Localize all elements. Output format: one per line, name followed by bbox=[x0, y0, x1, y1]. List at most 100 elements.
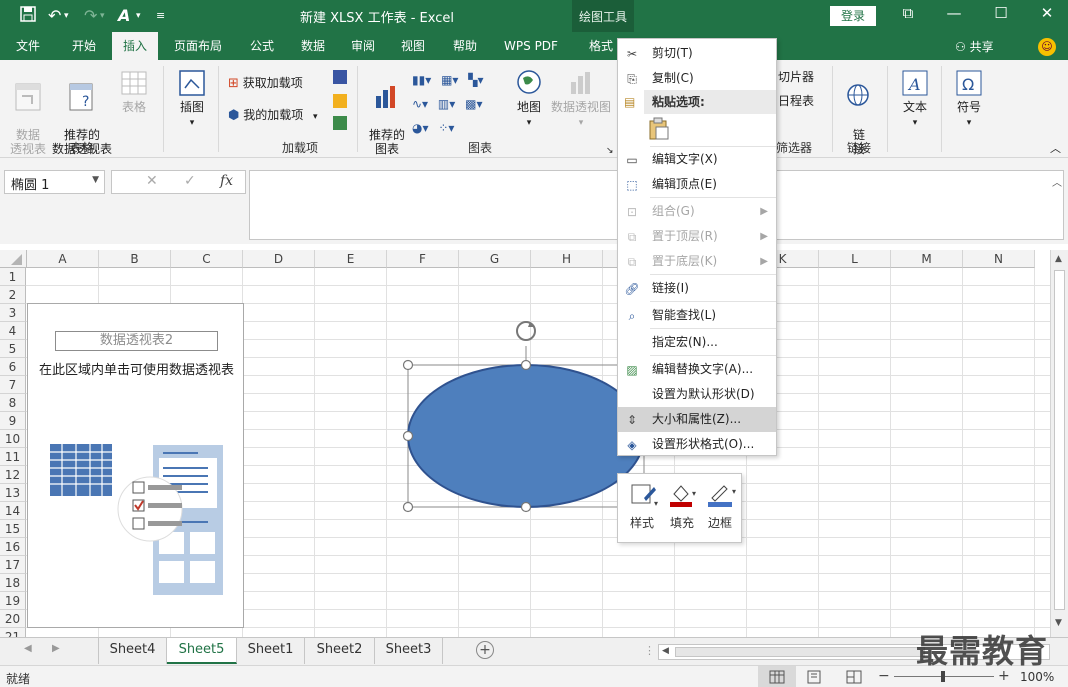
row-header-9[interactable]: 9 bbox=[0, 412, 26, 430]
row-header-18[interactable]: 18 bbox=[0, 574, 26, 592]
prev-sheet-icon[interactable]: ◀ bbox=[24, 643, 32, 654]
tab-review[interactable]: 审阅 bbox=[340, 32, 386, 60]
tab-file[interactable]: 文件 bbox=[4, 32, 52, 60]
column-header-c[interactable]: C bbox=[171, 250, 243, 268]
column-header-g[interactable]: G bbox=[459, 250, 531, 268]
text-highlight-icon[interactable]: A bbox=[118, 6, 130, 25]
qat-dropdown-icon[interactable]: ▾ bbox=[136, 11, 141, 21]
row-header-7[interactable]: 7 bbox=[0, 376, 26, 394]
timeline-button[interactable]: 日程表 bbox=[778, 94, 828, 108]
get-addins-button[interactable]: ⊞ 获取加载项 bbox=[228, 76, 318, 91]
visio-icon[interactable] bbox=[332, 70, 348, 87]
column-header-a[interactable]: A bbox=[27, 250, 99, 268]
zoom-slider-thumb[interactable] bbox=[941, 671, 945, 682]
row-header-21[interactable]: 21 bbox=[0, 628, 26, 637]
scroll-left-icon[interactable]: ◀ bbox=[662, 646, 669, 656]
row-header-2[interactable]: 2 bbox=[0, 286, 26, 304]
tab-split-grip-icon[interactable]: ⋮ bbox=[644, 644, 655, 657]
insert-function-icon[interactable]: fx bbox=[220, 173, 233, 189]
zoom-level[interactable]: 100% bbox=[1020, 670, 1054, 684]
tab-formulas[interactable]: 公式 bbox=[238, 32, 286, 60]
menu-link[interactable]: 🔗︎ 链接(I) bbox=[618, 276, 776, 301]
column-chart-icon[interactable]: ▮▮▾ bbox=[412, 73, 431, 87]
tab-home[interactable]: 开始 bbox=[60, 32, 108, 60]
add-sheet-icon[interactable]: + bbox=[476, 641, 494, 659]
expand-formula-icon[interactable]: ︿ bbox=[1052, 174, 1062, 189]
minimize-icon[interactable]: — bbox=[939, 4, 969, 22]
chart-type-gallery[interactable]: ▮▮▾ ▦▾ ▚▾ ∿▾ ▥▾ ▩▾ ◕▾ ⁘▾ bbox=[412, 68, 504, 140]
row-header-16[interactable]: 16 bbox=[0, 538, 26, 556]
row-header-17[interactable]: 17 bbox=[0, 556, 26, 574]
save-icon[interactable] bbox=[20, 6, 36, 26]
row-header-14[interactable]: 14 bbox=[0, 502, 26, 520]
map-chart-button[interactable]: 地图 ▾ bbox=[512, 68, 546, 130]
row-header-4[interactable]: 4 bbox=[0, 322, 26, 340]
column-header-n[interactable]: N bbox=[963, 250, 1035, 268]
tab-view[interactable]: 视图 bbox=[390, 32, 436, 60]
sheet-tab[interactable]: Sheet1 bbox=[237, 638, 305, 664]
scroll-up-icon[interactable]: ▲ bbox=[1055, 254, 1062, 264]
sheet-tab[interactable]: Sheet4 bbox=[99, 638, 167, 664]
column-header-b[interactable]: B bbox=[99, 250, 171, 268]
menu-edit-points[interactable]: ⬚ 编辑顶点(E) bbox=[618, 172, 776, 197]
line-chart-icon[interactable]: ∿▾ bbox=[412, 97, 428, 111]
style-button[interactable]: ▾ 样式 bbox=[622, 480, 662, 540]
select-all-corner[interactable] bbox=[0, 250, 27, 268]
illustrations-button[interactable]: 插图 ▾ bbox=[172, 68, 212, 130]
symbols-button[interactable]: Ω 符号 ▾ bbox=[950, 68, 988, 130]
pie-chart-icon[interactable]: ◕▾ bbox=[412, 121, 429, 135]
horizontal-scroll-thumb[interactable] bbox=[675, 647, 925, 657]
row-header-3[interactable]: 3 bbox=[0, 304, 26, 322]
menu-edit-alt-text[interactable]: ▨ 编辑替换文字(A)... bbox=[618, 357, 776, 382]
page-break-view-icon[interactable] bbox=[846, 670, 862, 684]
combo-chart-icon[interactable]: ▩▾ bbox=[465, 97, 482, 111]
name-box[interactable]: 椭圆 1 ▼ bbox=[4, 170, 105, 194]
vertical-scrollbar[interactable]: ▲ ▼ bbox=[1050, 250, 1068, 637]
pivot-table-placeholder[interactable]: 数据透视表2 在此区域内单击可使用数据透视表 bbox=[27, 303, 244, 628]
hierarchy-chart-icon[interactable]: ▦▾ bbox=[441, 73, 458, 87]
menu-smart-lookup[interactable]: ⌕ 智能查找(L) bbox=[618, 303, 776, 328]
row-header-5[interactable]: 5 bbox=[0, 340, 26, 358]
row-header-13[interactable]: 13 bbox=[0, 484, 26, 502]
zoom-out-icon[interactable]: − bbox=[878, 668, 890, 684]
normal-view-button[interactable] bbox=[758, 666, 796, 687]
customize-qat-icon[interactable]: ≡ bbox=[156, 9, 165, 22]
tab-insert[interactable]: 插入 bbox=[112, 32, 158, 60]
close-icon[interactable]: ✕ bbox=[1032, 4, 1062, 22]
bing-maps-icon[interactable] bbox=[332, 94, 348, 111]
statistic-chart-icon[interactable]: ▚▾ bbox=[468, 73, 483, 87]
column-header-m[interactable]: M bbox=[891, 250, 963, 268]
tab-data[interactable]: 数据 bbox=[290, 32, 336, 60]
maximize-icon[interactable]: ☐ bbox=[986, 4, 1016, 22]
text-button[interactable]: A 文本 ▾ bbox=[896, 68, 934, 130]
tab-page-layout[interactable]: 页面布局 bbox=[166, 32, 230, 60]
undo-dropdown-icon[interactable]: ▾ bbox=[64, 11, 69, 21]
row-header-6[interactable]: 6 bbox=[0, 358, 26, 376]
people-graph-icon[interactable] bbox=[332, 116, 348, 133]
vertical-scroll-thumb[interactable] bbox=[1054, 270, 1065, 610]
row-header-11[interactable]: 11 bbox=[0, 448, 26, 466]
scroll-down-icon[interactable]: ▼ bbox=[1055, 618, 1062, 628]
my-addins-button[interactable]: ⬢ 我的加载项 ▾ bbox=[228, 108, 328, 124]
sheet-tab[interactable]: Sheet3 bbox=[375, 638, 443, 664]
outline-button[interactable]: ▾ 边框 bbox=[700, 480, 740, 540]
name-box-dropdown-icon[interactable]: ▼ bbox=[92, 175, 99, 185]
tab-help[interactable]: 帮助 bbox=[442, 32, 488, 60]
sheet-tab-active[interactable]: Sheet5 bbox=[167, 638, 237, 664]
column-header-e[interactable]: E bbox=[315, 250, 387, 268]
menu-format-shape[interactable]: ◈ 设置形状格式(O)... bbox=[618, 432, 776, 457]
menu-size-and-properties[interactable]: ⇕ 大小和属性(Z)... bbox=[618, 407, 776, 432]
ellipse-shape[interactable] bbox=[396, 318, 646, 518]
fill-button[interactable]: ▾ 填充 bbox=[662, 480, 702, 540]
column-header-f[interactable]: F bbox=[387, 250, 459, 268]
column-header-l[interactable]: L bbox=[819, 250, 891, 268]
menu-assign-macro[interactable]: 指定宏(N)... bbox=[618, 330, 776, 355]
row-header-19[interactable]: 19 bbox=[0, 592, 26, 610]
row-header-10[interactable]: 10 bbox=[0, 430, 26, 448]
ribbon-display-icon[interactable]: ⧉ bbox=[893, 4, 923, 22]
bar-chart-icon[interactable]: ▥▾ bbox=[438, 97, 455, 111]
column-header-d[interactable]: D bbox=[243, 250, 315, 268]
next-sheet-icon[interactable]: ▶ bbox=[52, 643, 60, 654]
undo-icon[interactable]: ↶ bbox=[48, 6, 61, 25]
collapse-ribbon-icon[interactable]: ︿ bbox=[1050, 142, 1061, 156]
